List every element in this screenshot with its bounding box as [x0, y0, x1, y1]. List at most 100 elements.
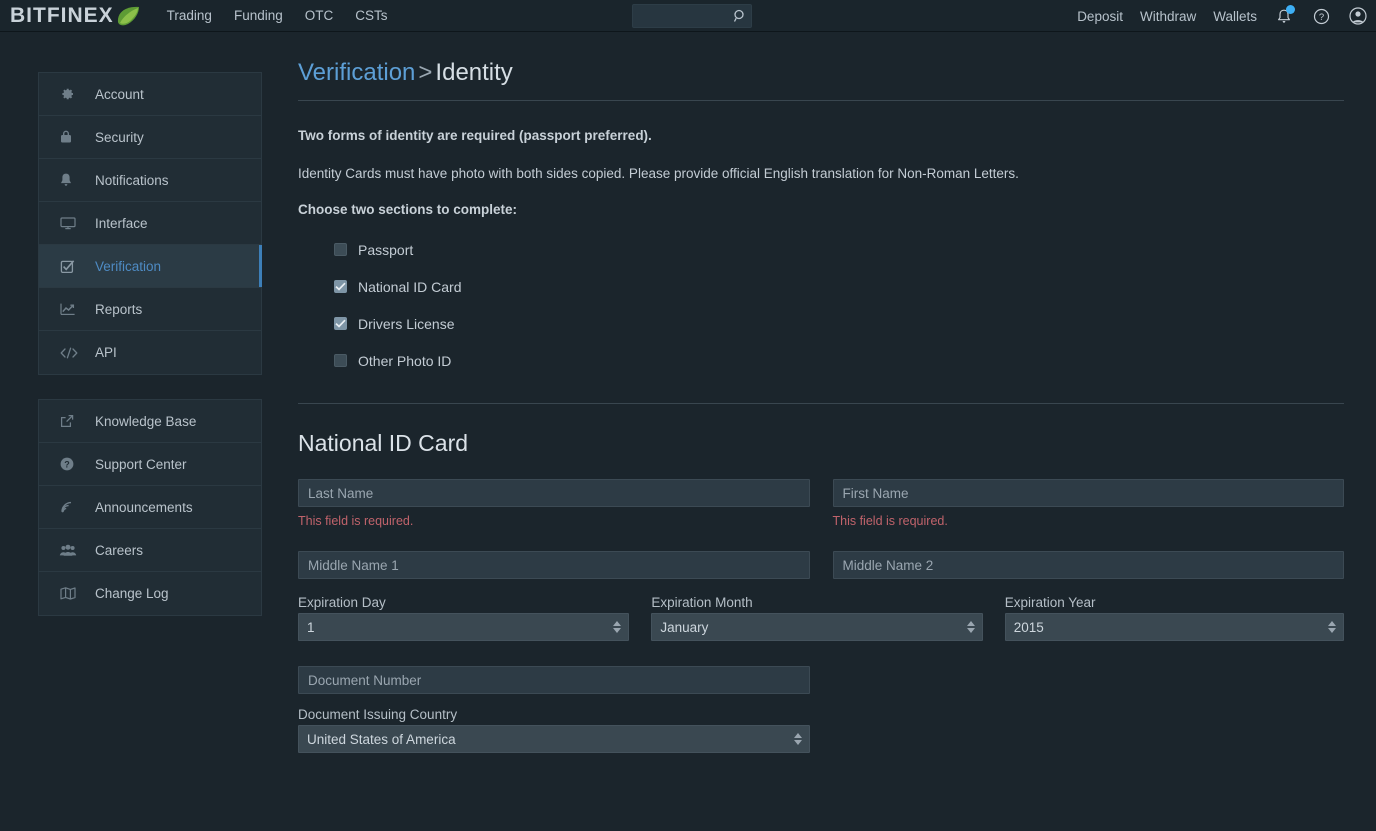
sidebar-item-label: Interface: [95, 215, 148, 231]
breadcrumb-separator: >: [418, 59, 433, 86]
brand-logo[interactable]: BITFINEX: [10, 5, 141, 27]
expiration-day-select[interactable]: 1: [298, 613, 630, 642]
sidebar-item-label: Announcements: [95, 499, 193, 515]
section-title-national-id-card: National ID Card: [298, 430, 469, 457]
last-name-error: This field is required.: [298, 514, 414, 529]
expiration-row: Expiration Day 1 Expiration Month Januar…: [298, 595, 1344, 642]
expiration-day-label: Expiration Day: [298, 595, 386, 611]
middle-name-2-group: [832, 551, 1344, 580]
chart-line-icon: [59, 299, 85, 319]
lock-icon: [59, 127, 85, 147]
nav-link-withdraw[interactable]: Withdraw: [1140, 9, 1196, 24]
checkbox-other-photo-id[interactable]: [334, 354, 347, 368]
primary-nav-links: Trading Funding OTC CSTs: [167, 8, 388, 23]
notification-bell-icon[interactable]: [1274, 5, 1295, 26]
sidebar-item-label: Security: [95, 129, 144, 145]
document-issuing-country-group: Document Issuing Country United States o…: [298, 707, 1344, 754]
middle-name-2-input[interactable]: [832, 551, 1344, 580]
document-number-group: [298, 666, 1344, 695]
breadcrumb: Verification > Identity: [298, 59, 1344, 86]
choose-sections-label: Choose two sections to complete:: [298, 202, 518, 218]
search-icon[interactable]: [729, 5, 751, 27]
people-icon: [59, 540, 85, 560]
sidebar-item-label: API: [95, 345, 117, 360]
nav-link-wallets[interactable]: Wallets: [1213, 9, 1257, 24]
notification-badge: [1286, 5, 1295, 14]
sidebar-item-account[interactable]: Account: [39, 73, 261, 116]
question-circle-icon: ?: [59, 454, 85, 474]
gear-icon: [59, 84, 85, 104]
option-row-passport[interactable]: Passport: [334, 231, 1344, 268]
expiration-month-select[interactable]: January: [651, 613, 983, 642]
option-label: National ID Card: [358, 278, 462, 295]
option-row-national-id-card[interactable]: National ID Card: [334, 268, 1344, 305]
search-box[interactable]: [632, 4, 752, 28]
checkbox-national-id-card[interactable]: [334, 280, 347, 294]
svg-text:?: ?: [64, 459, 70, 469]
nav-link-csts[interactable]: CSTs: [355, 8, 387, 23]
external-link-icon: [59, 411, 85, 431]
breadcrumb-current: Identity: [435, 59, 513, 86]
sidebar-item-reports[interactable]: Reports: [39, 288, 261, 331]
monitor-icon: [59, 213, 85, 233]
rss-icon: [59, 497, 85, 517]
option-label: Drivers License: [358, 315, 455, 332]
sidebar-item-interface[interactable]: Interface: [39, 202, 261, 245]
nav-link-trading[interactable]: Trading: [167, 8, 212, 23]
national-id-card-form: This field is required. This field is re…: [298, 479, 1344, 754]
leaf-icon: [115, 5, 141, 27]
sidebar-item-label: Verification: [95, 258, 162, 274]
sidebar-item-change-log[interactable]: Change Log: [39, 572, 261, 615]
option-row-other-photo-id[interactable]: Other Photo ID: [334, 342, 1344, 379]
checkbox-drivers-license[interactable]: [334, 317, 347, 331]
checkbox-icon: [59, 256, 85, 276]
sidebar-item-api[interactable]: API: [39, 331, 261, 374]
intro-detail-line: Identity Cards must have photo with both…: [298, 166, 1019, 182]
sidebar-item-security[interactable]: Security: [39, 116, 261, 159]
middle-name-row: [298, 551, 1344, 580]
svg-text:?: ?: [1318, 12, 1323, 23]
sidebar-group-settings: Account Security Notifications Interface…: [38, 72, 262, 375]
last-name-input[interactable]: [298, 479, 810, 508]
document-issuing-country-select[interactable]: United States of America: [298, 725, 810, 754]
brand-wordmark: BITFINEX: [10, 4, 114, 27]
expiration-year-group: Expiration Year 2015: [1004, 595, 1344, 642]
sidebar-item-announcements[interactable]: Announcements: [39, 486, 261, 529]
sidebar-item-label: Careers: [95, 542, 144, 558]
first-name-input[interactable]: [832, 479, 1344, 508]
user-avatar-icon[interactable]: [1348, 6, 1368, 26]
middle-name-1-group: [298, 551, 810, 580]
first-name-group: This field is required.: [832, 479, 1344, 528]
bell-icon: [59, 170, 85, 190]
nav-link-otc[interactable]: OTC: [305, 8, 334, 23]
sidebar-item-label: Support Center: [95, 456, 187, 472]
sidebar-item-verification[interactable]: Verification: [39, 245, 262, 288]
option-label: Passport: [358, 241, 414, 258]
expiration-day-group: Expiration Day 1: [298, 595, 630, 642]
document-number-input[interactable]: [298, 666, 810, 695]
intro-bold-line: Two forms of identity are required (pass…: [298, 128, 652, 144]
sidebar-item-support-center[interactable]: ? Support Center: [39, 443, 261, 486]
middle-name-1-input[interactable]: [298, 551, 810, 580]
nav-link-deposit[interactable]: Deposit: [1077, 9, 1123, 24]
section-divider: [298, 403, 1344, 405]
expiration-month-label: Expiration Month: [651, 595, 753, 611]
expiration-year-select[interactable]: 2015: [1004, 613, 1344, 642]
sidebar-item-careers[interactable]: Careers: [39, 529, 261, 572]
book-icon: [59, 584, 85, 604]
document-issuing-country-label: Document Issuing Country: [298, 707, 458, 723]
breadcrumb-divider: [298, 100, 1344, 102]
help-circle-icon[interactable]: ?: [1311, 6, 1331, 26]
nav-link-funding[interactable]: Funding: [234, 8, 283, 23]
search-input[interactable]: [637, 5, 729, 27]
checkbox-passport[interactable]: [334, 243, 347, 257]
last-name-group: This field is required.: [298, 479, 810, 528]
sidebar-item-notifications[interactable]: Notifications: [39, 159, 261, 202]
expiration-year-label: Expiration Year: [1004, 595, 1096, 611]
sidebar-item-knowledge-base[interactable]: Knowledge Base: [39, 400, 261, 443]
sidebar-item-label: Change Log: [95, 586, 169, 601]
name-row: This field is required. This field is re…: [298, 479, 1344, 528]
breadcrumb-parent-link[interactable]: Verification: [298, 59, 415, 86]
option-row-drivers-license[interactable]: Drivers License: [334, 305, 1344, 342]
sidebar-item-label: Notifications: [95, 172, 169, 188]
